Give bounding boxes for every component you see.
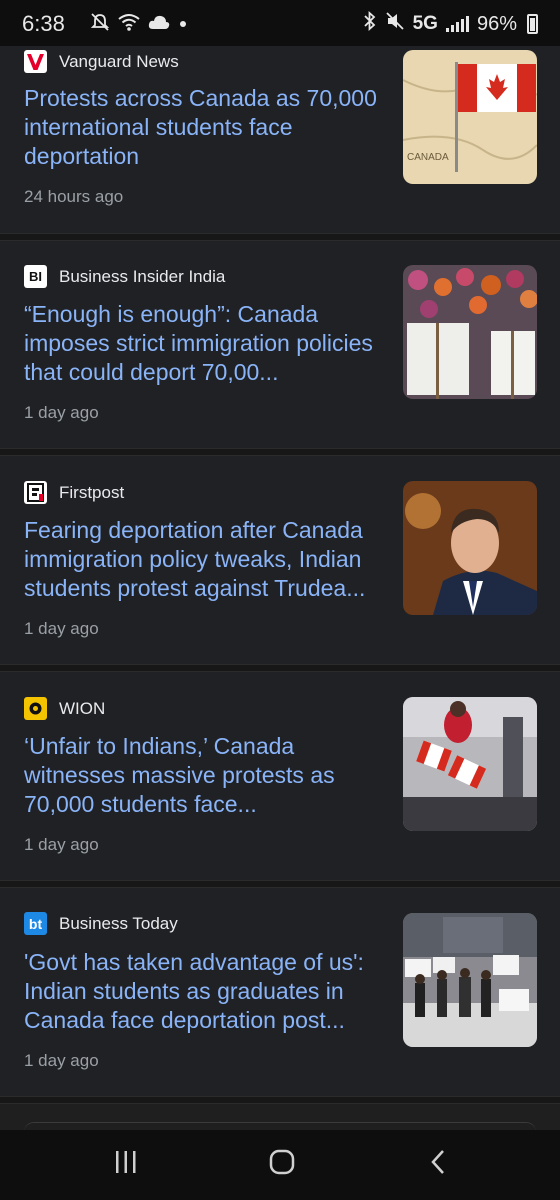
svg-text:CANADA: CANADA: [407, 152, 449, 163]
source-name: Business Insider India: [59, 266, 226, 286]
divider: [0, 880, 560, 888]
headline-link[interactable]: Protests across Canada as 70,000 interna…: [24, 84, 384, 171]
firstpost-logo-icon: [24, 481, 47, 504]
article-thumbnail[interactable]: [403, 697, 537, 831]
dot-icon: [178, 16, 188, 34]
source-row: WION: [24, 697, 105, 720]
signal-icon: [445, 16, 469, 32]
do-not-disturb-off-icon: [90, 12, 110, 37]
home-icon[interactable]: [268, 1148, 296, 1181]
business-today-logo-icon: bt: [24, 912, 47, 935]
source-row: Firstpost: [24, 481, 124, 504]
divider: [0, 664, 560, 672]
timestamp: 1 day ago: [24, 835, 99, 854]
business-insider-logo-icon: BI: [24, 265, 47, 288]
vanguard-logo-icon: [24, 50, 47, 73]
notification-icons: [90, 12, 188, 37]
article-thumbnail[interactable]: [403, 481, 537, 615]
mute-icon: [385, 11, 405, 37]
source-name: Business Today: [59, 913, 178, 933]
wion-logo-icon: [24, 697, 47, 720]
divider: [0, 233, 560, 241]
source-row: Vanguard News: [24, 50, 179, 73]
news-card[interactable]: Vanguard News Protests across Canada as …: [0, 28, 560, 233]
news-card[interactable]: BI Business Insider India “Enough is eno…: [0, 241, 560, 448]
source-name: WION: [59, 698, 106, 718]
divider: [0, 448, 560, 456]
news-card[interactable]: bt Business Today 'Govt has taken advant…: [0, 888, 560, 1096]
headline-link[interactable]: 'Govt has taken advantage of us': Indian…: [24, 948, 384, 1035]
bluetooth-icon: [363, 10, 377, 37]
headline-link[interactable]: Fearing deportation after Canada immigra…: [24, 516, 384, 603]
headline-link[interactable]: “Enough is enough”: Canada imposes stric…: [24, 300, 384, 387]
wifi-icon: [118, 12, 140, 37]
network-type: 5G: [412, 13, 438, 34]
back-icon[interactable]: [428, 1148, 448, 1181]
status-bar: 6:38 5G 96%: [0, 0, 560, 46]
source-row: BI Business Insider India: [24, 265, 225, 288]
article-thumbnail[interactable]: CANADA: [403, 50, 537, 184]
news-card[interactable]: Firstpost Fearing deportation after Cana…: [0, 456, 560, 664]
timestamp: 1 day ago: [24, 403, 99, 422]
timestamp: 1 day ago: [24, 619, 99, 638]
battery-percent: 96%: [476, 12, 517, 35]
divider: [0, 1096, 560, 1104]
source-name: Vanguard News: [59, 51, 179, 71]
timestamp: 1 day ago: [24, 1051, 99, 1070]
clock: 6:38: [22, 11, 65, 36]
source-row: bt Business Today: [24, 912, 178, 935]
timestamp: 24 hours ago: [24, 187, 124, 206]
news-card[interactable]: WION ‘Unfair to Indians,’ Canada witness…: [0, 672, 560, 880]
system-icons: 5G 96%: [363, 10, 538, 37]
article-thumbnail[interactable]: [403, 265, 537, 399]
recent-apps-icon[interactable]: [113, 1148, 139, 1181]
article-thumbnail[interactable]: [403, 913, 537, 1047]
cloud-icon: [148, 14, 170, 35]
battery-icon: [527, 14, 538, 34]
source-name: Firstpost: [59, 482, 125, 502]
headline-link[interactable]: ‘Unfair to Indians,’ Canada witnesses ma…: [24, 732, 384, 819]
navigation-bar: [0, 1130, 560, 1200]
screen: Vanguard News Protests across Canada as …: [0, 0, 560, 1200]
